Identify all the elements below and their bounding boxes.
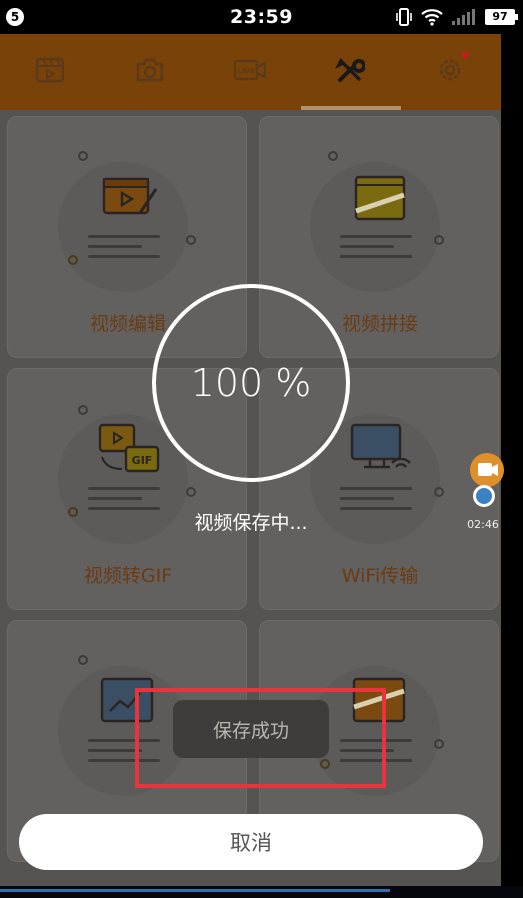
camera-tab[interactable] — [130, 50, 170, 90]
saving-status-text: 视频保存中... — [194, 512, 308, 534]
tools-tab[interactable] — [330, 50, 370, 90]
video-edit-tab[interactable] — [30, 50, 70, 90]
settings-tab[interactable] — [430, 50, 470, 90]
cancel-button[interactable]: 取消 — [19, 814, 483, 870]
card-label: 视频转GIF — [83, 565, 173, 587]
status-bar: 5 23:59 97 — [0, 0, 523, 34]
bottom-bar — [0, 886, 523, 898]
video-merge-icon — [354, 175, 406, 221]
progress-percent: 100 % — [190, 361, 312, 405]
floating-recorder-time: 02:46 — [467, 518, 499, 531]
signal-icon — [452, 9, 475, 25]
wifi-icon — [421, 9, 443, 26]
top-toolbar: LIVE — [0, 34, 501, 110]
camera-tab-icon — [136, 58, 164, 82]
gif-icon-text: GIF — [132, 454, 153, 467]
wifi-transfer-icon — [350, 423, 411, 469]
tools-tab-icon — [335, 58, 365, 82]
settings-tab-icon — [439, 59, 461, 81]
card-label: WiFi传输 — [341, 565, 419, 587]
video-edit-icon — [102, 177, 158, 215]
bottom-progress-line — [0, 889, 390, 892]
toast-highlight-box — [135, 688, 386, 788]
battery-icon: 97 — [485, 9, 518, 25]
vibrate-icon — [396, 8, 412, 26]
active-tab-indicator — [301, 106, 401, 110]
settings-badge-dot — [462, 52, 468, 58]
video-to-gif-icon: GIF — [98, 423, 160, 473]
screen: 5 23:59 97 LIVE 视频编辑 视频拼接 GIF 视频转GIF WiF… — [0, 0, 523, 898]
floating-recorder-icon[interactable] — [466, 452, 506, 512]
live-tab[interactable]: LIVE — [230, 50, 270, 90]
live-tab-text: LIVE — [237, 68, 254, 76]
status-icons: 97 — [395, 6, 518, 28]
video-edit-tab-icon — [35, 57, 65, 83]
live-tab-icon: LIVE — [233, 59, 267, 81]
